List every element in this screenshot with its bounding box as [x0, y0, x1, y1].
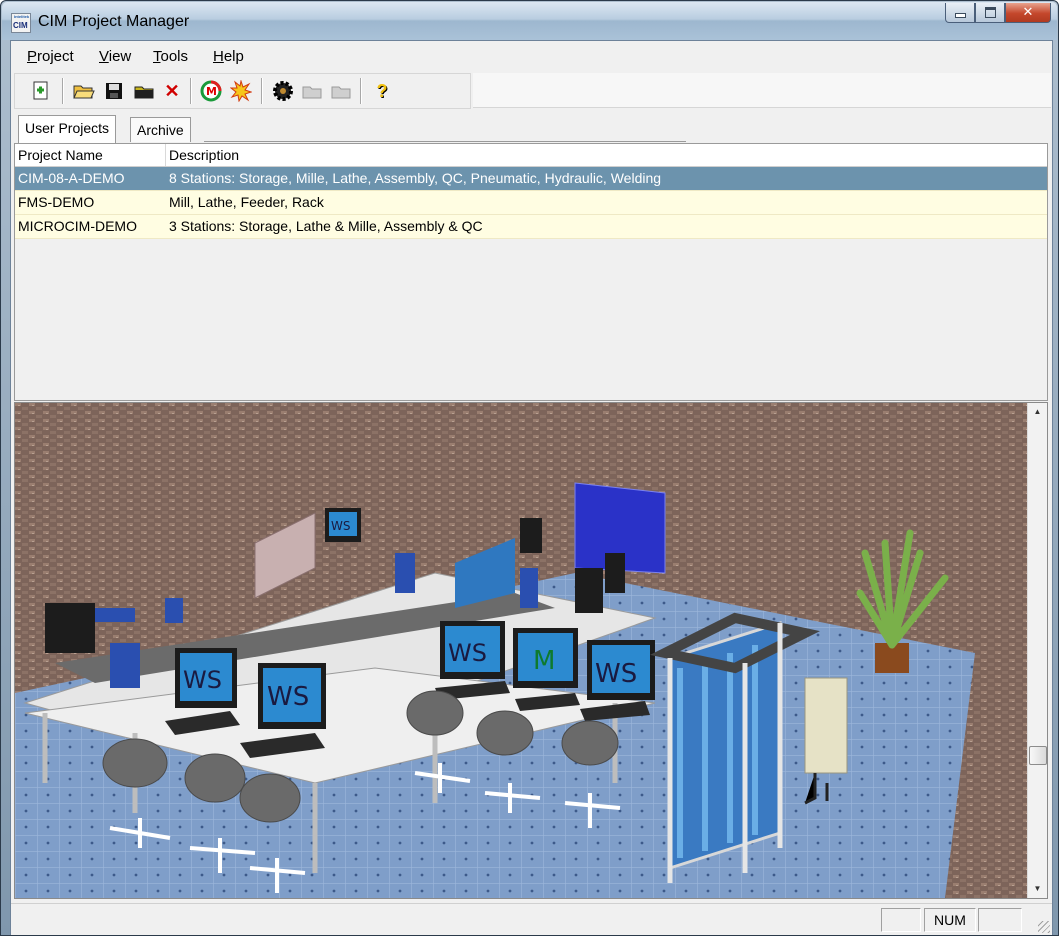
window-controls: ✕: [945, 3, 1051, 23]
monitor-ws-1: WS: [175, 648, 237, 708]
menu-help-label: elp: [223, 48, 244, 65]
monitor-ws-small: WS: [325, 508, 361, 542]
tab-user-projects[interactable]: User Projects: [18, 115, 117, 143]
monitor-ws-4: WS: [587, 640, 655, 700]
maximize-button[interactable]: [975, 3, 1005, 23]
monitor-label: WS: [183, 666, 222, 694]
help-question-icon: ?: [376, 81, 388, 101]
column-divider[interactable]: [165, 144, 166, 166]
explode-button[interactable]: [229, 79, 253, 103]
menu-view-label: iew: [108, 48, 132, 65]
maximize-icon: [984, 7, 996, 18]
project-name-cell: MICROCIM-DEMO: [18, 218, 137, 234]
manufacturing-button[interactable]: M: [199, 79, 223, 103]
close-icon: ✕: [1022, 5, 1034, 20]
toolbar: ✕ M ?: [14, 73, 471, 109]
folder-move-icon: [134, 86, 154, 99]
monitor-label: WS: [331, 519, 350, 533]
open-folder-icon: [73, 85, 95, 99]
list-header: Project Name Description: [15, 144, 1047, 167]
project-description-cell: 8 Stations: Storage, Mille, Lathe, Assem…: [169, 170, 662, 186]
gear-wheel-icon: [273, 81, 293, 101]
column-header-project-name[interactable]: Project Name: [18, 147, 103, 163]
explode-star-icon: [230, 80, 252, 102]
application-window: Intelitek CIM CIM Project Manager ✕ Proj…: [0, 0, 1059, 936]
status-bar: NUM: [11, 903, 1052, 935]
app-icon-text-top: Intelitek: [14, 14, 30, 19]
cim-cell-scene: WS WS WS WS M WS: [15, 403, 1027, 898]
svg-text:M: M: [206, 85, 217, 98]
project-row-fms-demo[interactable]: FMS-DEMO Mill, Lathe, Feeder, Rack: [15, 191, 1047, 215]
menu-view-mnemonic: V: [99, 48, 109, 65]
folder-disabled-icon: [302, 86, 322, 99]
resize-grip-icon[interactable]: [1038, 921, 1050, 933]
status-num-indicator: NUM: [924, 908, 976, 932]
minimize-icon: [954, 13, 966, 18]
delete-x-icon: ✕: [164, 81, 180, 101]
menu-help-mnemonic: H: [213, 48, 224, 65]
menu-tools[interactable]: Tools: [153, 48, 188, 65]
toolbar-empty-area: [473, 73, 1051, 108]
new-project-button[interactable]: [29, 79, 53, 103]
menu-project-label: roject: [37, 48, 74, 65]
preview-vertical-scrollbar[interactable]: ▲ ▼: [1027, 403, 1047, 898]
title-bar[interactable]: Intelitek CIM CIM Project Manager ✕: [2, 2, 1057, 40]
help-button[interactable]: ?: [370, 79, 394, 103]
menu-bar: Project View Tools Help: [11, 41, 1052, 71]
app-icon-text-bottom: CIM: [13, 21, 28, 30]
move-project-button[interactable]: [132, 79, 156, 103]
open-project-button[interactable]: [72, 79, 96, 103]
window-title: CIM Project Manager: [38, 13, 190, 30]
project-list: Project Name Description CIM-08-A-DEMO 8…: [14, 143, 1048, 401]
control-cabinet: [804, 677, 848, 774]
project-description-cell: Mill, Lathe, Feeder, Rack: [169, 194, 324, 210]
menu-help[interactable]: Help: [213, 48, 244, 65]
project-row-cim-08-a-demo[interactable]: CIM-08-A-DEMO 8 Stations: Storage, Mille…: [15, 167, 1047, 191]
toolbar-separator: [190, 78, 192, 104]
toolbar-separator: [261, 78, 263, 104]
menu-project-mnemonic: P: [27, 48, 38, 65]
menu-project[interactable]: Project: [27, 48, 74, 65]
tab-archive[interactable]: Archive: [130, 117, 191, 142]
monitor-label: WS: [267, 682, 309, 712]
monitor-label: M: [533, 646, 555, 676]
monitor-label: WS: [448, 639, 487, 667]
toolbar-separator: [62, 78, 64, 104]
project-row-microcim-demo[interactable]: MICROCIM-DEMO 3 Stations: Storage, Lathe…: [15, 215, 1047, 239]
monitor-label: WS: [595, 659, 637, 689]
disabled-folder-button[interactable]: [300, 79, 324, 103]
project-tabs: User Projects Archive: [14, 115, 1050, 143]
scroll-up-arrow-icon[interactable]: ▲: [1028, 403, 1047, 421]
close-button[interactable]: ✕: [1005, 3, 1051, 23]
folder-disabled-icon-2: [331, 86, 351, 99]
app-icon[interactable]: Intelitek CIM: [11, 13, 31, 33]
cell-3d-preview[interactable]: WS WS WS WS M WS ▲ ▼: [14, 402, 1048, 899]
project-description-cell: 3 Stations: Storage, Lathe & Mille, Asse…: [169, 218, 483, 234]
status-pane-1: [881, 908, 921, 932]
monitor-m: M: [513, 628, 578, 688]
project-name-cell: CIM-08-A-DEMO: [18, 170, 125, 186]
monitor-ws-2: WS: [258, 663, 326, 729]
minimize-button[interactable]: [945, 3, 975, 23]
menu-tools-label: ools: [160, 48, 189, 65]
client-area: Project View Tools Help ✕ M ? User Proje…: [10, 40, 1053, 935]
project-name-cell: FMS-DEMO: [18, 194, 95, 210]
tab-divider-line: [204, 141, 686, 142]
new-project-icon: [33, 81, 48, 100]
save-button[interactable]: [102, 79, 126, 103]
monitor-ws-3: WS: [440, 621, 505, 679]
delete-button[interactable]: ✕: [160, 79, 184, 103]
scroll-down-arrow-icon[interactable]: ▼: [1028, 880, 1047, 898]
save-disk-icon: [106, 83, 122, 99]
column-header-description[interactable]: Description: [169, 147, 239, 163]
disabled-folder-button-2[interactable]: [329, 79, 353, 103]
scrollbar-thumb[interactable]: [1029, 746, 1047, 765]
menu-tools-mnemonic: T: [153, 48, 161, 65]
menu-view[interactable]: View: [99, 48, 131, 65]
status-pane-3: [978, 908, 1022, 932]
settings-button[interactable]: [271, 79, 295, 103]
toolbar-separator: [360, 78, 362, 104]
manufacturing-m-icon: M: [200, 80, 222, 102]
